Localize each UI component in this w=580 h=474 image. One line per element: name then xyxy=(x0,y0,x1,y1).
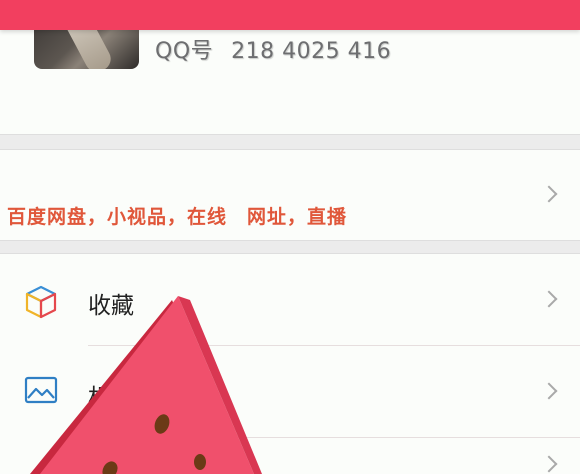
menu-item-next[interactable] xyxy=(0,438,580,474)
promo-banner-text: 百度网盘，小视品，在线 网址，直播 xyxy=(7,206,348,228)
menu-item-favorites[interactable]: 收藏 xyxy=(0,254,580,344)
qq-id: QQ号 218 4025 416 xyxy=(155,33,391,65)
promo-banner-row[interactable]: 百度网盘，小视品，在线 网址，直播 xyxy=(0,150,580,239)
menu-item-label: 相 xyxy=(88,385,111,411)
cube-icon xyxy=(25,285,57,319)
chevron-right-icon xyxy=(540,290,558,308)
image-icon xyxy=(24,376,58,404)
menu-item-album[interactable]: 相 xyxy=(0,346,580,436)
section-divider xyxy=(0,240,580,254)
qq-number: 218 4025 416 xyxy=(231,39,392,64)
chevron-right-icon xyxy=(540,455,558,473)
top-app-bar xyxy=(0,0,580,30)
menu-item-label: 收藏 xyxy=(88,293,134,319)
chevron-right-icon xyxy=(540,382,558,400)
qq-label: QQ号 xyxy=(155,39,214,64)
section-divider xyxy=(0,134,580,150)
chevron-right-icon xyxy=(540,185,558,203)
